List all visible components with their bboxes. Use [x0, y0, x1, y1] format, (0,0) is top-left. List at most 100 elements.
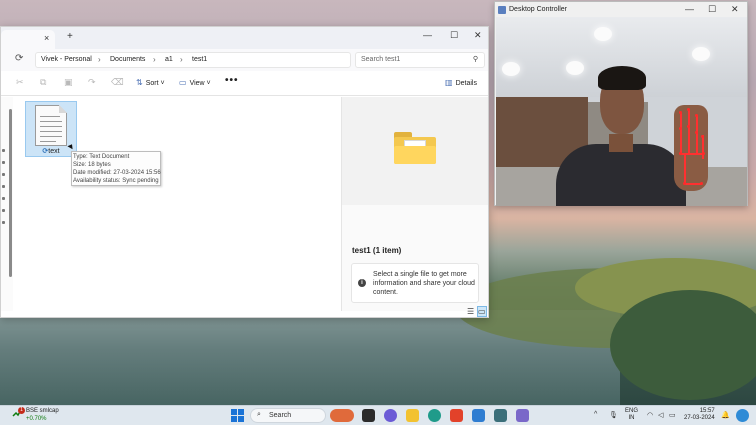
explorer-titlebar: × + — ☐ ✕ — [1, 27, 488, 49]
search-icon: ⌕ — [257, 411, 261, 418]
hand-landmark-point — [683, 182, 686, 185]
photos-icon[interactable] — [494, 409, 507, 422]
desktop-controller-window: Desktop Controller — ☐ ✕ — [494, 1, 748, 206]
tooltip-availability: Availability status: Sync pending — [73, 178, 159, 184]
delete-icon[interactable]: ⌫ — [111, 77, 124, 88]
hand-landmark-point — [679, 152, 682, 155]
refresh-icon[interactable]: ⟳ — [15, 53, 23, 64]
close-button[interactable]: ✕ — [731, 4, 739, 15]
details-icon: ▥ — [445, 78, 453, 87]
tracked-hand — [674, 105, 708, 191]
breadcrumb-item[interactable]: test1 — [192, 56, 207, 63]
file-list-area[interactable]: ⟳text — [15, 97, 341, 311]
new-tab-button[interactable]: + — [67, 31, 73, 42]
explorer-tab[interactable]: × — [1, 30, 55, 49]
notification-bell-icon[interactable]: 🔔 — [721, 411, 730, 419]
hand-landmark-point — [701, 135, 704, 138]
hand-landmark-point — [695, 114, 698, 117]
cut-icon[interactable]: ✂ — [16, 77, 24, 88]
vscode-icon[interactable] — [472, 409, 485, 422]
hand-landmark-line — [696, 115, 698, 155]
python-app-icon[interactable] — [516, 409, 529, 422]
hand-landmark-line — [688, 109, 690, 153]
brave-browser-icon[interactable] — [450, 409, 463, 422]
app-icon — [498, 6, 506, 14]
copy-icon[interactable]: ⧉ — [40, 77, 46, 88]
nav-item-marker — [2, 149, 5, 152]
windows-start-icon[interactable] — [231, 409, 244, 422]
minimize-button[interactable]: — — [423, 30, 432, 40]
doc-line — [40, 136, 62, 137]
wifi-icon[interactable]: ◠ — [647, 411, 653, 419]
webcam-feed — [496, 17, 747, 206]
minimize-button[interactable]: — — [685, 4, 694, 14]
taskbar-search[interactable]: ⌕ Search — [250, 408, 326, 423]
taskbar-search-label: Search — [269, 412, 292, 419]
hand-landmark-point — [679, 111, 682, 114]
doc-line — [40, 126, 62, 127]
edge-browser-icon[interactable] — [428, 409, 441, 422]
details-label: Details — [455, 80, 477, 87]
tiles-view-toggle-icon[interactable]: ▭ — [477, 306, 487, 317]
file-tooltip: Type: Text Document Size: 18 bytes Date … — [71, 151, 161, 186]
file-item-text[interactable]: ⟳text — [25, 101, 77, 157]
search-highlight-icon[interactable] — [330, 409, 354, 422]
language-indicator[interactable]: ENG IN — [625, 408, 638, 422]
breadcrumb-item[interactable]: Vivek - Personal — [41, 56, 92, 63]
address-bar: ⟳ Vivek - Personal › Documents › a1 › te… — [1, 49, 488, 71]
microphone-icon[interactable]: 🎙 — [609, 411, 618, 419]
nav-item-marker — [2, 221, 5, 224]
nav-item-marker — [2, 197, 5, 200]
share-icon[interactable]: ↷ — [88, 77, 96, 88]
view-button[interactable]: ▭ View ˅ — [179, 78, 211, 87]
ceiling-light — [692, 47, 710, 61]
tab-close-icon[interactable]: × — [44, 33, 49, 43]
search-icon: ⚲ — [472, 56, 478, 63]
hand-landmark-line — [684, 155, 686, 185]
start-tile — [238, 409, 244, 415]
person-body — [556, 144, 686, 206]
maximize-button[interactable]: ☐ — [450, 30, 458, 41]
breadcrumb-item[interactable]: Documents — [110, 56, 145, 63]
close-button[interactable]: ✕ — [474, 30, 482, 41]
region-code: IN — [628, 415, 635, 421]
doc-line — [40, 141, 56, 142]
details-pane: test1 (1 item) i Select a single file to… — [342, 97, 488, 311]
volume-icon[interactable]: ◁ — [658, 411, 663, 419]
breadcrumb-item[interactable]: a1 — [165, 56, 173, 63]
copilot-icon[interactable] — [736, 409, 749, 422]
start-tile — [231, 416, 237, 422]
language-code: ENG — [625, 408, 639, 414]
nav-item-marker — [2, 209, 5, 212]
window-title: Desktop Controller — [509, 6, 567, 13]
sort-icon: ⇅ — [136, 78, 143, 87]
hand-landmark-point — [700, 182, 703, 185]
hand-landmark-point — [679, 127, 682, 130]
hand-landmark-line — [680, 113, 682, 153]
details-button[interactable]: ▥ Details — [445, 78, 477, 87]
view-label: View — [189, 80, 205, 87]
breadcrumb-separator-icon: › — [98, 55, 101, 64]
more-options-button[interactable]: ••• — [225, 75, 239, 86]
breadcrumb[interactable]: Vivek - Personal › Documents › a1 › test… — [35, 52, 351, 68]
clock-date: 27-03-2024 — [684, 415, 715, 421]
doc-line — [40, 131, 62, 132]
doc-line — [40, 116, 60, 117]
battery-icon[interactable]: ▭ — [669, 411, 676, 419]
wallpaper-hill — [610, 290, 756, 400]
view-icon: ▭ — [179, 78, 187, 87]
search-input[interactable]: Search test1 ⚲ — [355, 52, 485, 68]
stock-name[interactable]: BSE smlcap — [26, 408, 59, 414]
file-explorer-icon[interactable] — [406, 409, 419, 422]
chat-icon[interactable] — [384, 409, 397, 422]
folder-icon — [394, 132, 436, 164]
details-view-toggle-icon[interactable]: ☰ — [467, 307, 474, 316]
task-view-icon[interactable] — [362, 409, 375, 422]
navigation-scrollbar[interactable] — [9, 109, 12, 277]
details-title: test1 (1 item) — [352, 246, 402, 255]
system-clock[interactable]: 15:57 27-03-2024 — [684, 408, 715, 422]
paste-icon[interactable]: ▣ — [64, 77, 73, 88]
tray-overflow-icon[interactable]: ^ — [594, 411, 597, 418]
maximize-button[interactable]: ☐ — [708, 4, 716, 15]
sort-button[interactable]: ⇅ Sort ˅ — [136, 78, 165, 87]
